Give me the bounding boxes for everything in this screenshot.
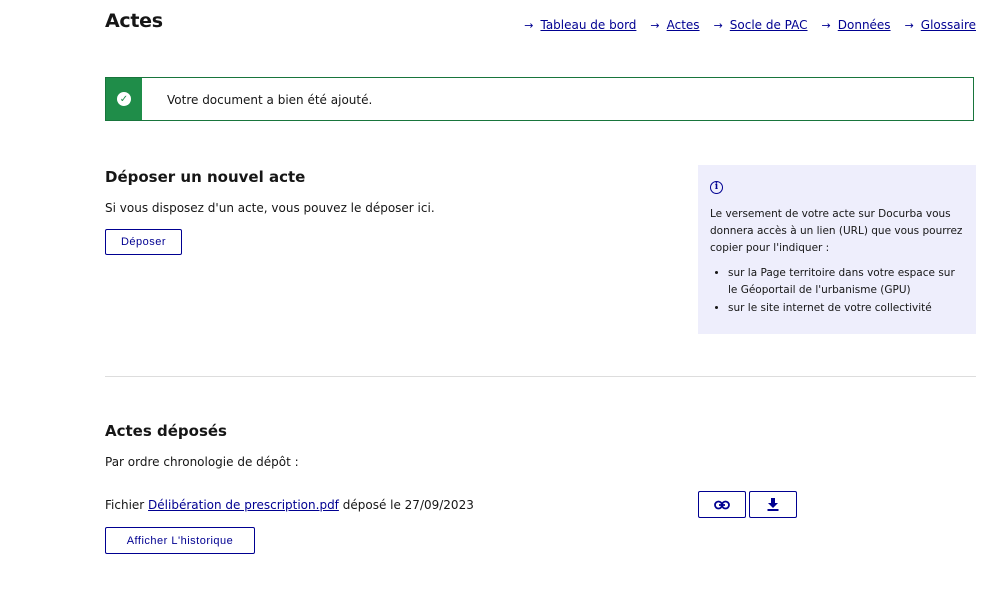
- file-row: Fichier Délibération de prescription.pdf…: [105, 498, 474, 512]
- alert-bar: ✓: [106, 78, 142, 120]
- arrow-right-icon: →: [650, 18, 660, 32]
- download-icon: [767, 498, 779, 511]
- info-list: sur la Page territoire dans votre espace…: [710, 265, 964, 317]
- top-nav: → Tableau de bord → Actes → Socle de PAC…: [510, 18, 976, 32]
- arrow-right-icon: →: [524, 18, 534, 32]
- nav-item-glossaire[interactable]: → Glossaire: [905, 18, 976, 32]
- page-title: Actes: [105, 10, 163, 32]
- deposited-heading: Actes déposés: [105, 422, 227, 440]
- section-divider: [105, 376, 976, 377]
- copy-link-button[interactable]: [698, 491, 746, 518]
- nav-item-dashboard[interactable]: → Tableau de bord: [524, 18, 636, 32]
- nav-item-actes[interactable]: → Actes: [650, 18, 699, 32]
- info-box: i Le versement de votre acte sur Docurba…: [698, 165, 976, 334]
- history-button[interactable]: Afficher L'historique: [105, 527, 255, 554]
- file-prefix: Fichier: [105, 498, 145, 512]
- deposit-heading: Déposer un nouvel acte: [105, 168, 306, 186]
- file-date: déposé le 27/09/2023: [342, 498, 474, 512]
- nav-link-socle[interactable]: Socle de PAC: [730, 18, 808, 32]
- info-text: Le versement de votre acte sur Docurba v…: [710, 208, 963, 254]
- deposit-description: Si vous disposez d'un acte, vous pouvez …: [105, 201, 435, 215]
- arrow-right-icon: →: [821, 18, 831, 32]
- nav-link-dashboard[interactable]: Tableau de bord: [540, 18, 636, 32]
- success-alert: ✓ Votre document a bien été ajouté.: [105, 77, 974, 121]
- info-icon: i: [710, 181, 723, 194]
- nav-link-actes[interactable]: Actes: [667, 18, 700, 32]
- alert-message: Votre document a bien été ajouté.: [167, 93, 373, 107]
- arrow-right-icon: →: [713, 18, 723, 32]
- nav-item-donnees[interactable]: → Données: [822, 18, 891, 32]
- link-icon: [714, 500, 730, 509]
- deposit-button[interactable]: Déposer: [105, 229, 182, 255]
- info-list-item: sur le site internet de votre collectivi…: [728, 300, 964, 317]
- nav-link-glossaire[interactable]: Glossaire: [921, 18, 976, 32]
- deposited-subtitle: Par ordre chronologie de dépôt :: [105, 455, 299, 469]
- file-link[interactable]: Délibération de prescription.pdf: [148, 498, 339, 512]
- nav-link-donnees[interactable]: Données: [838, 18, 891, 32]
- nav-item-socle[interactable]: → Socle de PAC: [714, 18, 808, 32]
- arrow-right-icon: →: [904, 18, 914, 32]
- download-button[interactable]: [749, 491, 797, 518]
- check-circle-icon: ✓: [117, 92, 131, 106]
- info-list-item: sur la Page territoire dans votre espace…: [728, 265, 964, 299]
